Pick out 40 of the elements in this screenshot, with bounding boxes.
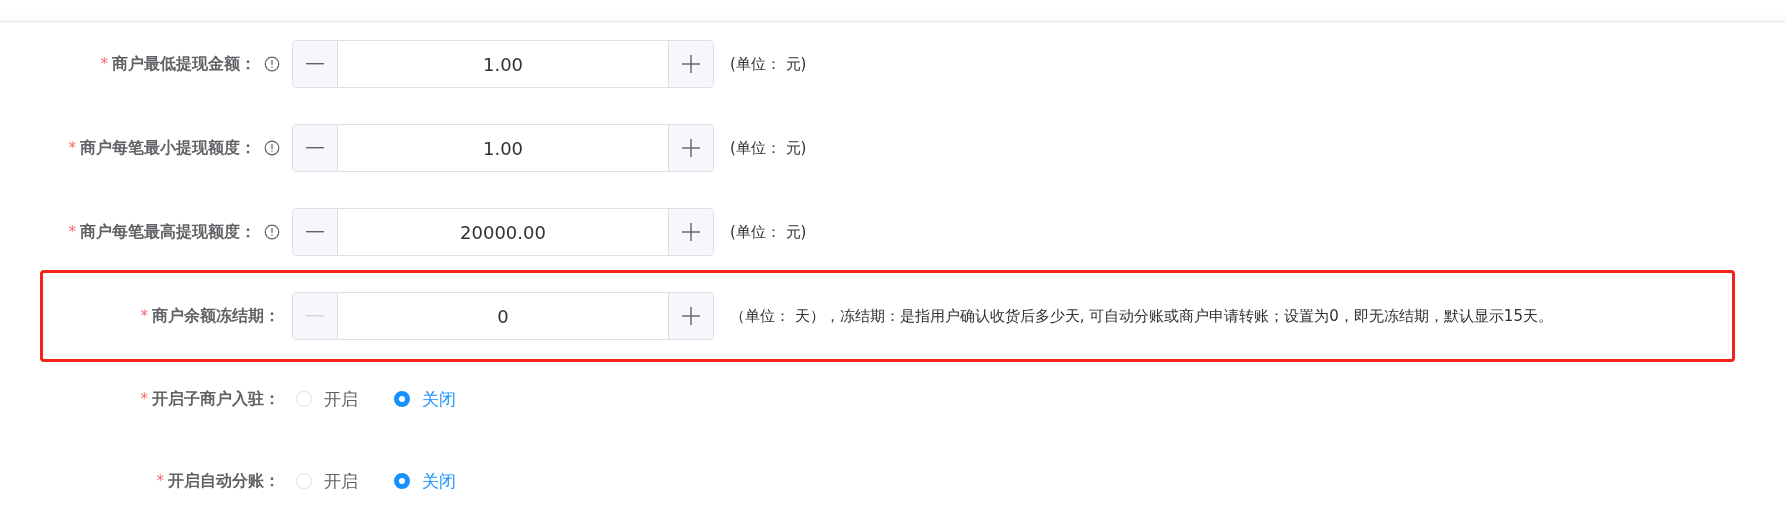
increment-button[interactable] [668, 209, 713, 255]
number-value: 0 [496, 304, 510, 329]
number-value: 1.00 [481, 136, 525, 161]
number-stepper[interactable]: 0 [292, 292, 714, 340]
radio-button[interactable] [394, 473, 410, 489]
required-mark: * [100, 55, 108, 73]
number-stepper[interactable]: 1.00 [292, 124, 714, 172]
unit-hint: (单位： 元) [730, 222, 807, 242]
number-value: 1.00 [481, 52, 525, 77]
field-label: 开启子商户入驻： [152, 388, 280, 410]
required-mark: * [68, 139, 76, 157]
required-mark: * [68, 223, 76, 241]
required-mark: * [156, 472, 164, 490]
field-label: 商户余额冻结期： [152, 305, 280, 327]
number-value: 20000.00 [459, 220, 547, 245]
plus-icon [682, 139, 700, 157]
number-stepper[interactable]: 20000.00 [292, 208, 714, 256]
plus-icon [682, 223, 700, 241]
required-mark: * [140, 307, 148, 325]
field-label: 商户最低提现金额： [112, 53, 256, 75]
plus-icon [682, 55, 700, 73]
field-label: 商户每笔最小提现额度： [80, 137, 256, 159]
number-stepper[interactable]: 1.00 [292, 40, 714, 88]
radio-label: 开启 [324, 469, 358, 493]
radio-option[interactable]: 开启 [296, 387, 358, 411]
unit-hint: (单位： 元) [730, 138, 807, 158]
unit-hint: (单位： 元) [730, 54, 807, 74]
increment-button[interactable] [668, 293, 713, 339]
plus-icon [682, 307, 700, 325]
field-label: 开启自动分账： [168, 470, 280, 492]
radio-option[interactable]: 开启 [296, 469, 358, 493]
radio-label: 关闭 [422, 469, 456, 493]
increment-button[interactable] [668, 41, 713, 87]
radio-label: 关闭 [422, 387, 456, 411]
radio-button[interactable] [394, 391, 410, 407]
field-label: 商户每笔最高提现额度： [80, 221, 256, 243]
increment-button[interactable] [668, 125, 713, 171]
radio-label: 开启 [324, 387, 358, 411]
required-mark: * [140, 390, 148, 408]
unit-hint: （单位： 天），冻结期：是指用户确认收货后多少天, 可自动分账或商户申请转账；设置为0，即无冻结期，默认显示15天。 [730, 306, 1553, 326]
